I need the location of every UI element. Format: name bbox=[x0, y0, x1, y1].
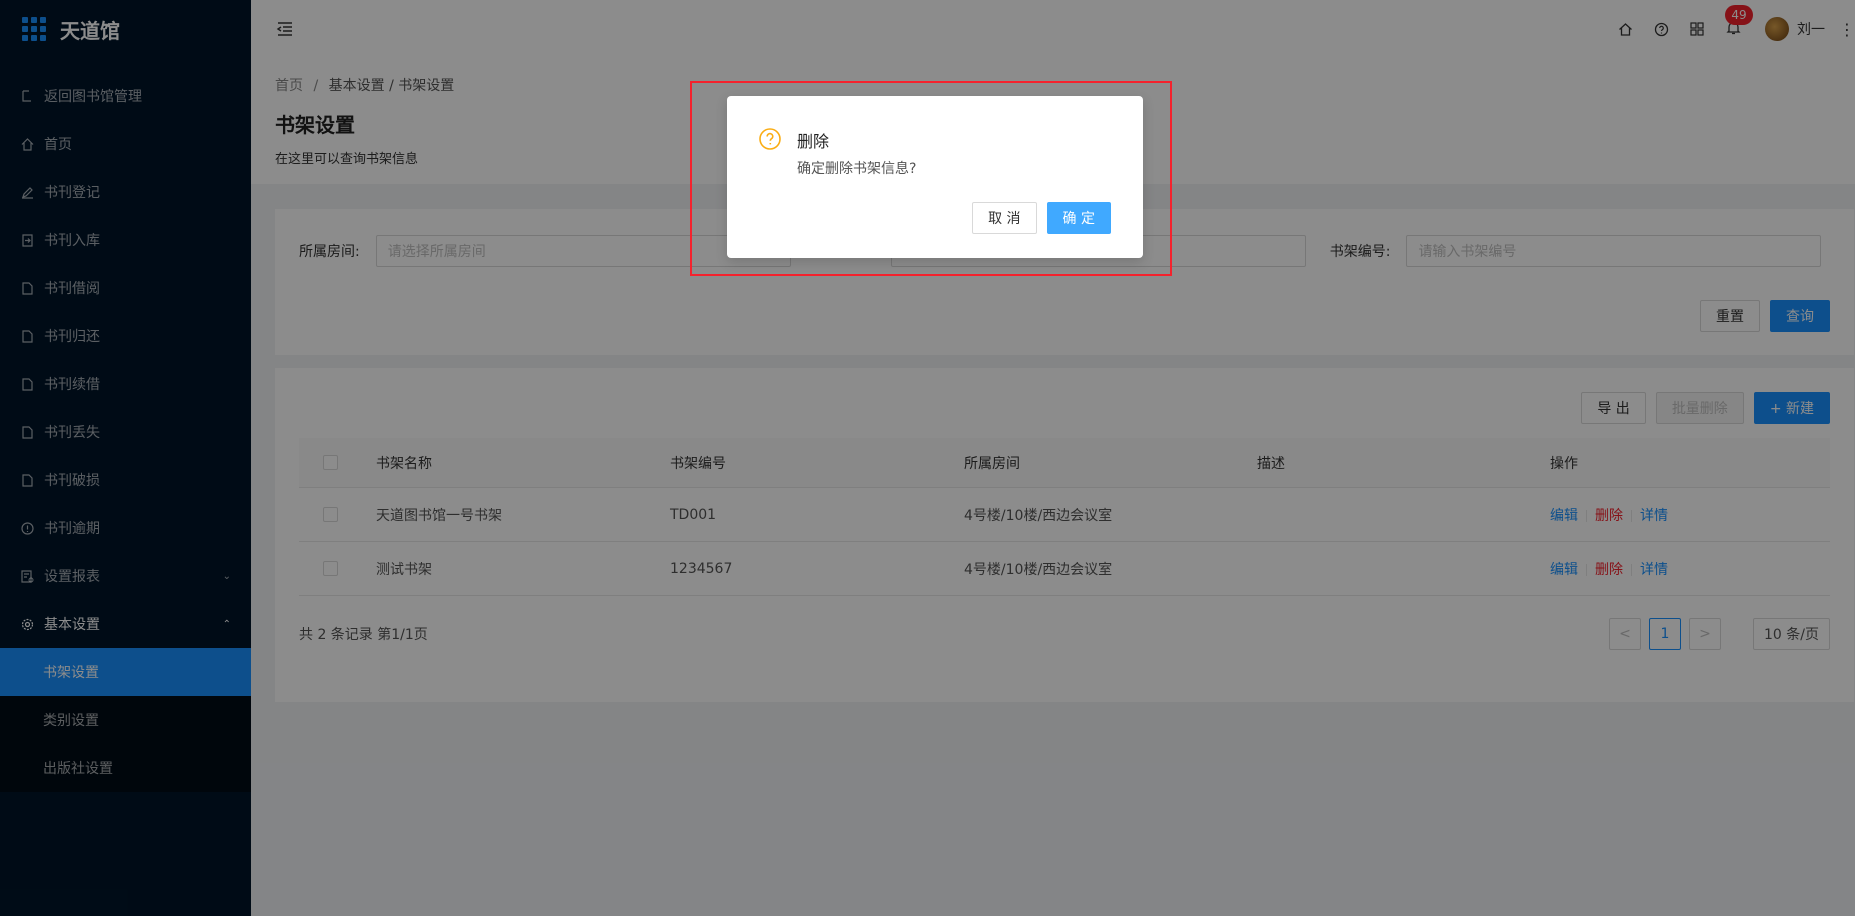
highlight-annotation bbox=[690, 81, 1172, 276]
